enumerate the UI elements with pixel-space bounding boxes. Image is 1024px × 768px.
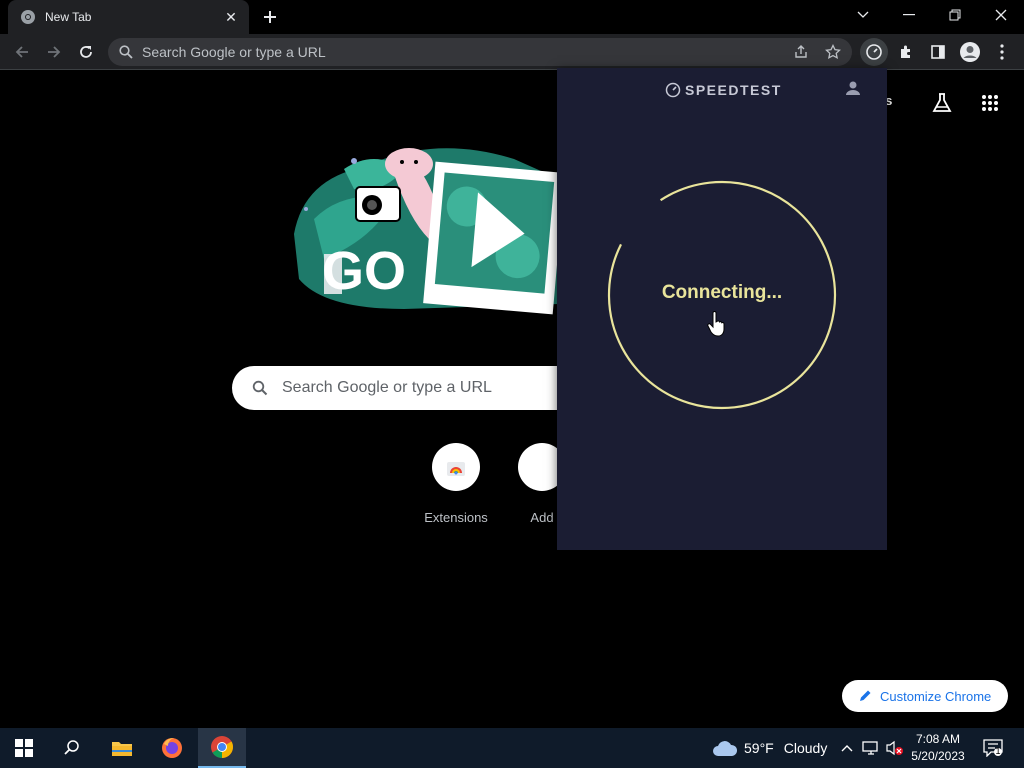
user-icon[interactable]	[845, 80, 865, 100]
search-icon	[118, 44, 134, 60]
tab-search-button[interactable]	[840, 0, 886, 30]
search-icon	[252, 380, 268, 396]
speedtest-logo: SPEEDTEST	[665, 82, 782, 98]
extensions-puzzle-icon[interactable]	[892, 38, 920, 66]
customize-chrome-label: Customize Chrome	[880, 688, 992, 704]
clock-date: 5/20/2023	[911, 749, 965, 763]
windows-start-icon[interactable]	[0, 728, 48, 768]
system-clock[interactable]: 7:08 AM 5/20/2023	[904, 731, 972, 765]
chevron-up-icon[interactable]	[838, 738, 856, 758]
network-icon[interactable]	[862, 738, 880, 758]
weather-condition: Cloudy	[783, 740, 828, 756]
omnibox-placeholder: Search Google or type a URL	[142, 44, 326, 60]
connecting-status[interactable]: Connecting...	[557, 282, 887, 304]
new-tab-button[interactable]	[258, 6, 282, 28]
weather-widget[interactable]: 59°F Cloudy	[712, 728, 827, 768]
omnibox[interactable]: Search Google or type a URL	[108, 38, 852, 66]
profile-avatar-icon[interactable]	[956, 38, 984, 66]
chrome-icon	[20, 9, 36, 25]
volume-muted-icon[interactable]	[886, 738, 904, 758]
tab-strip: New Tab ✕	[0, 0, 1024, 34]
clock-time: 7:08 AM	[915, 732, 961, 746]
google-doodle[interactable]: GO	[284, 139, 574, 319]
close-tab-icon[interactable]: ✕	[221, 7, 241, 27]
tab-new-tab[interactable]: New Tab ✕	[8, 0, 249, 34]
share-icon[interactable]	[792, 43, 810, 61]
hand-cursor-icon	[707, 311, 725, 337]
labs-flask-icon[interactable]	[930, 91, 954, 115]
customize-chrome-button[interactable]: Customize Chrome	[842, 680, 1008, 712]
back-button[interactable]	[8, 38, 36, 66]
search-icon[interactable]	[48, 728, 96, 768]
webstore-icon	[432, 443, 480, 491]
speedtest-extension-button[interactable]	[860, 38, 888, 66]
svg-text:GO: GO	[322, 241, 406, 301]
cloud-icon	[712, 739, 738, 757]
bookmark-star-icon[interactable]	[824, 43, 842, 61]
file-explorer-icon[interactable]	[98, 728, 146, 768]
close-window-button[interactable]	[978, 0, 1024, 30]
tab-title: New Tab	[45, 10, 92, 24]
forward-button[interactable]	[40, 38, 68, 66]
reload-button[interactable]	[72, 38, 100, 66]
notification-count: 1	[995, 746, 1001, 756]
speedtest-gauge-icon	[665, 82, 681, 98]
toolbar: Search Google or type a URL	[0, 34, 1024, 70]
shortcut-label: Extensions	[424, 510, 488, 525]
speedtest-popup: SPEEDTEST Connecting...	[557, 68, 887, 550]
menu-kebab-icon[interactable]	[988, 38, 1016, 66]
restore-button[interactable]	[932, 0, 978, 30]
ntp-search-placeholder: Search Google or type a URL	[282, 379, 492, 396]
minimize-button[interactable]	[886, 0, 932, 30]
speedtest-logo-text: SPEEDTEST	[685, 82, 782, 98]
firefox-icon[interactable]	[148, 728, 196, 768]
apps-grid-icon[interactable]	[978, 91, 1002, 115]
shortcut-label: Add	[530, 510, 554, 525]
weather-temperature: 59°F	[744, 740, 774, 756]
taskbar: 59°F Cloudy 7:08 AM 5/20/2023 1	[0, 728, 1024, 768]
chrome-taskbar-icon[interactable]	[198, 728, 246, 768]
pencil-icon	[858, 689, 872, 703]
side-panel-icon[interactable]	[924, 38, 952, 66]
